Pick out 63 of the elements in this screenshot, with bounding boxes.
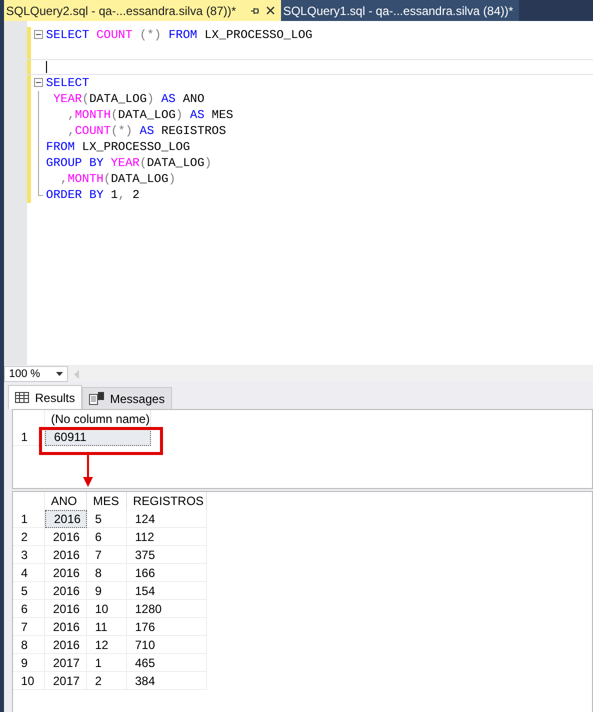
table-cell: 7 xyxy=(87,546,127,564)
table-cell: 2016 xyxy=(45,564,87,582)
table-cell: 1280 xyxy=(127,600,207,618)
row-number: 6 xyxy=(13,600,45,618)
collapse-icon[interactable] xyxy=(34,30,43,39)
zoom-dropdown[interactable]: 100 % xyxy=(4,366,68,382)
table-cell: 12 xyxy=(87,636,127,654)
grid-icon xyxy=(15,392,29,403)
row-number: 10 xyxy=(13,672,45,690)
code-line: ORDER BY 1, 2 xyxy=(46,187,140,203)
row-number: 8 xyxy=(13,636,45,654)
table-cell: 2016 xyxy=(45,600,87,618)
table-cell: 2016 xyxy=(45,582,87,600)
table-cell: 2016 xyxy=(45,618,87,636)
table-cell: 2016 xyxy=(45,636,87,654)
table-cell: 112 xyxy=(127,528,207,546)
code-line: ,MONTH(DATA_LOG) AS MES xyxy=(66,107,234,123)
down-arrow-icon xyxy=(83,455,93,487)
results-tab[interactable]: Messages xyxy=(82,387,172,409)
row-number: 2 xyxy=(13,528,45,546)
row-number: 3 xyxy=(13,546,45,564)
code-line: ,MONTH(DATA_LOG) xyxy=(59,171,176,187)
table-cell: 166 xyxy=(127,564,207,582)
close-icon[interactable] xyxy=(266,6,276,15)
pin-icon[interactable] xyxy=(250,6,260,16)
table-cell: 10 xyxy=(87,600,127,618)
text-cursor xyxy=(46,61,47,73)
table-cell: 2 xyxy=(87,672,127,690)
document-tab[interactable]: SQLQuery1.sql - qa-...essandra.silva (84))* xyxy=(281,0,520,21)
table-cell: 2016 xyxy=(45,510,87,528)
table-cell: 154 xyxy=(127,582,207,600)
table-cell: 2017 xyxy=(45,672,87,690)
code-line: YEAR(DATA_LOG) AS ANO xyxy=(52,91,204,107)
table-cell: 9 xyxy=(87,582,127,600)
results-tab[interactable]: Results xyxy=(8,385,82,409)
row-number: 4 xyxy=(13,564,45,582)
collapse-icon[interactable] xyxy=(34,78,43,87)
table-cell: 710 xyxy=(127,636,207,654)
row-number: 5 xyxy=(13,582,45,600)
table-cell: 5 xyxy=(87,510,127,528)
table-cell: 8 xyxy=(87,564,127,582)
table-cell: 124 xyxy=(127,510,207,528)
message-icon xyxy=(89,392,104,405)
row-number: 9 xyxy=(13,654,45,672)
code-line: SELECT COUNT (*) FROM LX_PROCESSO_LOG xyxy=(46,27,312,43)
table-cell: 6 xyxy=(87,528,127,546)
table-cell: 2016 xyxy=(45,546,87,564)
table-cell: 2016 xyxy=(45,528,87,546)
table-cell: 384 xyxy=(127,672,207,690)
row-number: 7 xyxy=(13,618,45,636)
code-line: SELECT xyxy=(46,75,90,91)
code-editor[interactable]: SELECT COUNT (*) FROM LX_PROCESSO_LOG SELECT YEAR(DATA_LOG) AS ANO ,MONTH(DATA_LOG) AS MES ,COUNT(*) AS REGISTROS FROM LX_PROCESSO_LOG GROUP BY YEAR(DATA_LOG) ,MONTH(DATA_LOG) ORDER BY 1, 2 xyxy=(4,21,593,365)
table-cell: 11 xyxy=(87,618,127,636)
table-cell: 2017 xyxy=(45,654,87,672)
table-cell: 176 xyxy=(127,618,207,636)
document-tab[interactable]: SQLQuery2.sql - qa-...essandra.silva (87))* xyxy=(4,0,282,21)
table-cell: 1 xyxy=(87,654,127,672)
code-line: ,COUNT(*) AS REGISTROS xyxy=(66,123,226,139)
table-cell: 465 xyxy=(127,654,207,672)
code-line: FROM LX_PROCESSO_LOG xyxy=(46,139,190,155)
caret-icon xyxy=(56,372,64,376)
table-cell: 375 xyxy=(127,546,207,564)
code-line: GROUP BY YEAR(DATA_LOG) xyxy=(46,155,212,171)
